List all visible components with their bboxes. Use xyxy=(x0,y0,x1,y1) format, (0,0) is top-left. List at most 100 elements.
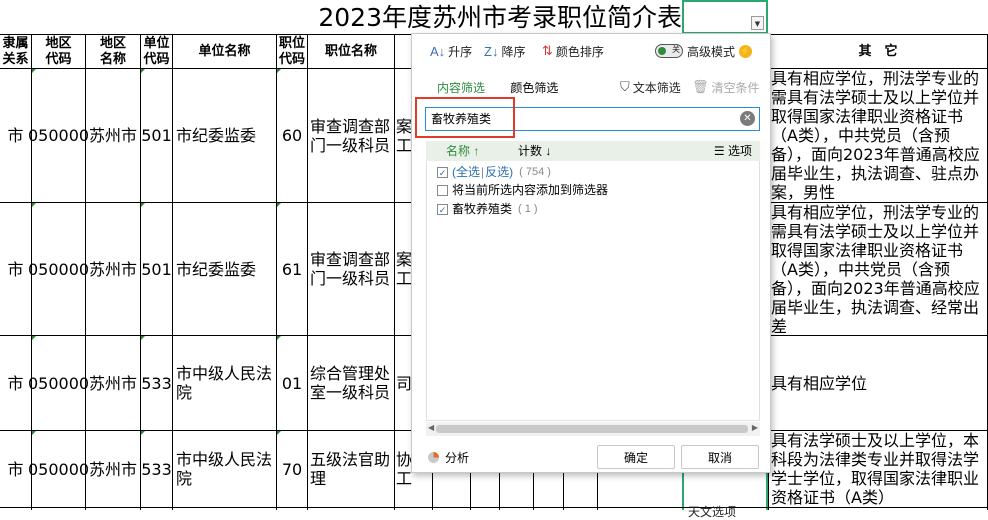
text-filter-button[interactable]: ⛉ 文本筛选 xyxy=(620,78,681,96)
cell-indicator xyxy=(141,69,145,73)
sort-ascending-button[interactable]: A↓ 升序 xyxy=(430,42,472,60)
header-dwmc: 单位名称 xyxy=(198,43,251,59)
cell-fragment: 案工 xyxy=(396,116,412,155)
cell-rel: 市 xyxy=(7,259,24,279)
header-dqdm: 地区代码 xyxy=(45,35,72,67)
invert-link[interactable]: 反选) xyxy=(485,164,513,180)
cell-unit-code: 533 xyxy=(141,459,172,479)
advanced-mode-toggle[interactable]: 关 高级模式 ⚡ xyxy=(655,42,753,60)
color-sort-label: 颜色排序 xyxy=(555,44,604,59)
sort-descending-label: 降序 xyxy=(501,44,526,59)
col-name-label: 名称 xyxy=(446,144,471,158)
cell-indicator xyxy=(141,203,145,207)
cell-area: 苏州市 xyxy=(88,459,137,479)
horizontal-scrollbar[interactable]: ◀ ▶ xyxy=(426,422,760,436)
color-sort-button[interactable]: ⇅ 颜色排序 xyxy=(542,42,604,60)
highlight-box xyxy=(415,97,515,138)
cell-indicator xyxy=(141,336,145,340)
select-all-checkbox[interactable]: ✓ xyxy=(437,166,448,178)
list-item[interactable]: ✓ 畜牧养殖类 ( 1 ) xyxy=(437,201,538,217)
col-count-sort[interactable]: 计数 ↓ xyxy=(518,141,551,161)
add-to-filter-checkbox[interactable] xyxy=(437,184,448,196)
cell-pos: 五级法官助理 xyxy=(310,450,391,488)
add-to-filter-item[interactable]: 将当前所选内容添加到筛选器 xyxy=(437,182,608,198)
header-qt: 其 它 xyxy=(858,43,898,59)
analyze-label: 分析 xyxy=(445,450,470,465)
cell-indicator xyxy=(277,69,281,73)
clear-search-icon[interactable]: ✕ xyxy=(740,111,755,126)
cell-indicator xyxy=(277,431,281,435)
scrollbar-thumb[interactable] xyxy=(436,425,748,433)
cell-other: 具有相应学位 xyxy=(771,373,868,393)
ok-button[interactable]: 确定 xyxy=(597,445,675,469)
cell-rel: 市 xyxy=(7,373,24,393)
cell-unit-code: 533 xyxy=(141,373,172,393)
cell-pos: 审查调查部门一级科员 xyxy=(310,250,391,288)
col-count-label: 计数 xyxy=(518,144,543,158)
funnel-icon: ⛉ xyxy=(620,79,630,94)
select-all-item[interactable]: ✓ (全选 | 反选) ( 754 ) xyxy=(437,164,551,180)
cell-area-code: 050000 xyxy=(27,373,90,393)
separator: | xyxy=(481,165,485,179)
filter-dropdown-button[interactable]: ▼ xyxy=(751,16,764,30)
sort-descending-button[interactable]: Z↓ 降序 xyxy=(484,42,525,60)
filter-panel: A↓ 升序 Z↓ 降序 ⇅ 颜色排序 关 高级模式 ⚡ 内容筛选 颜色筛选 ⛉ 文本筛选… xyxy=(411,33,771,473)
title-text: 2023年度苏州市考录职位简介表 xyxy=(318,3,682,32)
sheet-title: 2023年度苏州市考录职位简介表 xyxy=(0,0,682,36)
header-zwdm: 职位代码 xyxy=(278,35,305,67)
cell-area-code: 050000 xyxy=(27,126,90,145)
scroll-left-icon[interactable]: ◀ xyxy=(428,423,434,432)
cell-pos-code: 61 xyxy=(281,259,303,279)
grid-line xyxy=(597,473,598,510)
item-checkbox[interactable]: ✓ xyxy=(437,203,448,215)
select-all-link[interactable]: (全选 xyxy=(452,164,480,180)
cell-area: 苏州市 xyxy=(88,373,137,393)
grid-line xyxy=(172,34,173,510)
tab-content-filter[interactable]: 内容筛选 xyxy=(437,81,485,95)
cell-indicator xyxy=(141,431,145,435)
cut-off-text: 天文选项 xyxy=(688,505,737,519)
item-count: ( 1 ) xyxy=(518,203,538,215)
tab-color-filter[interactable]: 颜色筛选 xyxy=(510,81,558,95)
selected-cell[interactable]: ▼ xyxy=(682,0,768,34)
sort-ascending-icon: A↓ xyxy=(430,43,446,59)
cell-fragment: 协工 xyxy=(396,450,412,488)
cell-indicator xyxy=(32,69,36,73)
filter-list xyxy=(426,161,760,421)
advanced-mode-label: 高级模式 xyxy=(687,44,736,59)
cell-unit-code: 501 xyxy=(141,126,172,145)
toggle-switch[interactable]: 关 xyxy=(655,44,683,58)
grid-line xyxy=(533,473,534,510)
grid-line xyxy=(432,473,433,510)
cell-other: 具有相应学位，刑法学专业的需具有法学硕士及以上学位并取得国家法律职业资格证书（A… xyxy=(771,203,980,335)
arrow-down-icon: ↓ xyxy=(545,144,552,158)
sort-descending-icon: Z↓ xyxy=(484,43,499,59)
cell-other: 具有相应学位，刑法学专业的需具有法学硕士及以上学位并取得国家法律职业资格证书（A… xyxy=(771,69,980,202)
cell-pos-code: 01 xyxy=(281,373,303,393)
grid-line xyxy=(0,507,988,508)
cell-indicator xyxy=(32,336,36,340)
arrow-up-icon: ↑ xyxy=(473,144,480,158)
scroll-right-icon[interactable]: ▶ xyxy=(752,423,758,432)
header-dwdm: 单位代码 xyxy=(143,35,170,67)
cell-rel: 市 xyxy=(7,126,24,145)
cell-pos-code: 60 xyxy=(281,126,303,145)
cell-unit: 市中级人民法院 xyxy=(176,364,273,402)
cell-rel: 市 xyxy=(7,459,24,479)
cancel-button[interactable]: 取消 xyxy=(681,445,759,469)
cell-unit: 市中级人民法院 xyxy=(176,450,273,488)
clear-condition-label: 清空条件 xyxy=(711,80,760,95)
pie-chart-icon xyxy=(428,451,439,463)
header-zwmc: 职位名称 xyxy=(324,43,377,59)
cell-unit-code: 501 xyxy=(141,259,172,279)
item-label: 畜牧养殖类 xyxy=(452,202,513,216)
analyze-button[interactable]: 分析 xyxy=(428,445,478,469)
col-name-sort[interactable]: 名称 ↑ xyxy=(446,141,479,161)
sort-ascending-label: 升序 xyxy=(448,44,473,59)
cell-indicator xyxy=(32,203,36,207)
cell-fragment: 司 xyxy=(396,373,412,393)
options-button[interactable]: ☰ 选项 xyxy=(714,141,752,161)
grid-line xyxy=(394,34,395,510)
clear-condition-button[interactable]: 🗑 清空条件 xyxy=(692,78,760,96)
cell-indicator xyxy=(277,203,281,207)
